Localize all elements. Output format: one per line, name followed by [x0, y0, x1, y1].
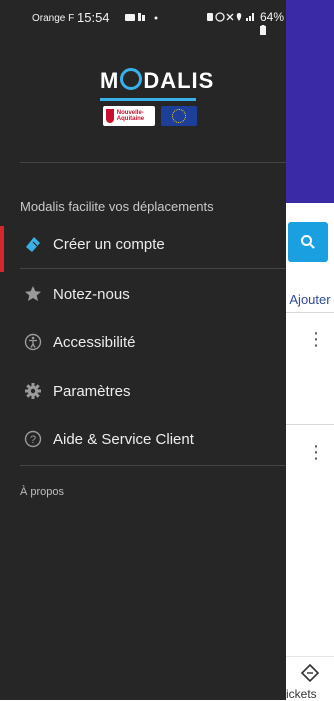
notification-icons: [125, 12, 159, 25]
partner-logos: Nouvelle-Aquitaine: [103, 106, 197, 126]
kebab-menu-icon[interactable]: ⋮: [306, 327, 326, 351]
modalis-logo: M DALIS: [100, 68, 215, 93]
tab-divider: [286, 312, 334, 313]
help-icon: ?: [24, 430, 42, 448]
menu-item-label: Notez-nous: [53, 285, 130, 303]
search-button[interactable]: [288, 222, 328, 262]
tag-icon: [24, 235, 42, 253]
kebab-menu-icon[interactable]: ⋮: [306, 440, 326, 464]
gear-icon: [24, 382, 42, 400]
menu-item-label: Aide & Service Client: [53, 430, 194, 448]
search-icon: [301, 235, 315, 249]
menu-item-label: Accessibilité: [53, 333, 136, 351]
menu-item-notez-nous[interactable]: Notez-nous: [0, 270, 286, 318]
section-title: Modalis facilite vos déplacements: [20, 199, 214, 214]
bottom-nav-tickets[interactable]: ickets: [286, 656, 334, 701]
system-icons: [207, 12, 255, 25]
menu-divider: [20, 268, 286, 269]
system-status-icon: [207, 12, 254, 22]
list-divider: [286, 424, 334, 425]
a-propos-link[interactable]: À propos: [20, 486, 64, 498]
status-bar: Orange F 15:54 64%: [0, 0, 286, 36]
logo-underline: [100, 98, 196, 101]
navigation-drawer: Orange F 15:54 64% M DALIS Nouvelle-Aqui…: [0, 0, 286, 700]
eu-stars: [172, 109, 186, 123]
header-divider: [20, 162, 286, 163]
svg-text:?: ?: [30, 434, 36, 446]
menu-item-creer-un-compte[interactable]: Créer un compte: [0, 220, 286, 268]
brand-logo: M DALIS Nouvelle-Aquitaine: [0, 62, 286, 132]
tickets-label: ickets: [286, 687, 317, 701]
menu-item-accessibilite[interactable]: Accessibilité: [0, 318, 286, 366]
menu-item-label: Créer un compte: [53, 235, 165, 253]
menu-item-label: Paramètres: [53, 382, 131, 400]
star-icon: [24, 285, 42, 303]
notification-icon: [125, 13, 158, 21]
region-text: Nouvelle-Aquitaine: [116, 110, 145, 122]
carrier-label: Orange F: [32, 13, 75, 24]
battery-icon: [260, 25, 266, 35]
eu-flag-icon: [161, 106, 197, 126]
clock: 15:54: [77, 10, 110, 25]
menu-item-aide-service-client[interactable]: ? Aide & Service Client: [0, 415, 286, 463]
region-shield-icon: [106, 109, 114, 123]
ticket-icon: [300, 663, 320, 683]
accessibility-icon: [24, 333, 42, 351]
battery-level: 64%: [260, 10, 286, 38]
menu-divider: [20, 465, 286, 466]
ajouter-tab[interactable]: Ajouter: [286, 287, 334, 311]
region-logo: Nouvelle-Aquitaine: [103, 106, 155, 126]
menu-item-parametres[interactable]: Paramètres: [0, 367, 286, 415]
